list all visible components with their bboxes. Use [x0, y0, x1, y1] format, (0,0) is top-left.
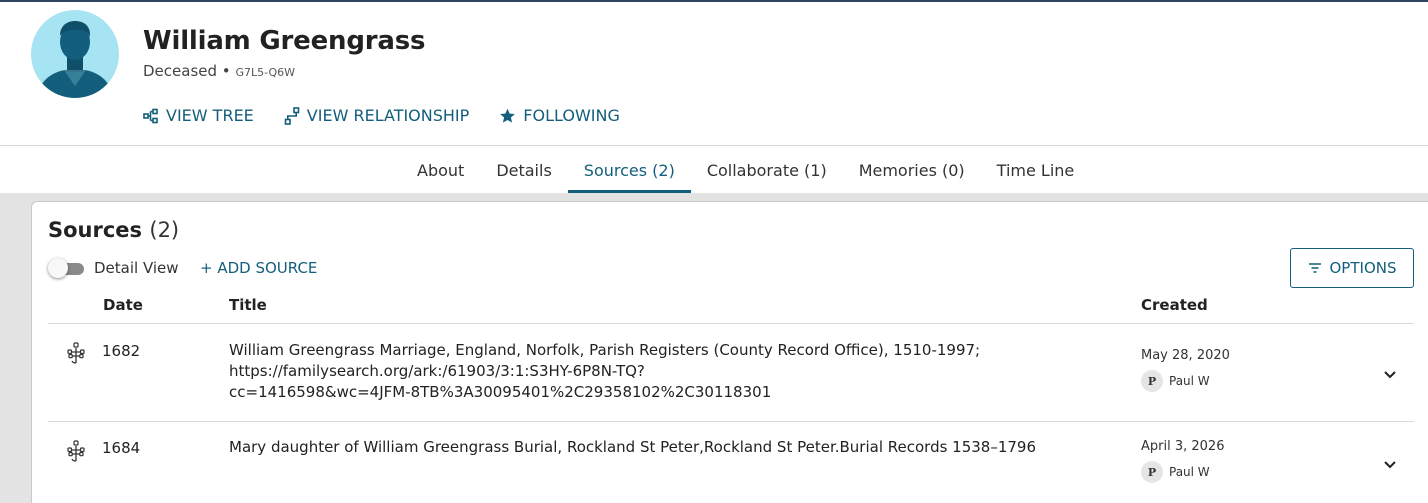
- person-silhouette-icon: [37, 21, 113, 98]
- user-initial-badge: P: [1141, 370, 1163, 392]
- avatar[interactable]: [31, 10, 119, 98]
- meta-separator: •: [221, 62, 231, 80]
- person-name: William Greengrass: [143, 26, 426, 56]
- person-id: G7L5-Q6W: [235, 66, 295, 79]
- person-actions: VIEW TREE VIEW RELATIONSHIP FOLLOWING: [143, 106, 620, 125]
- view-tree-label: VIEW TREE: [166, 106, 254, 125]
- following-label: FOLLOWING: [523, 106, 620, 125]
- view-tree-button[interactable]: VIEW TREE: [143, 106, 254, 125]
- add-source-button[interactable]: + ADD SOURCE: [200, 259, 317, 277]
- chevron-down-icon[interactable]: [1378, 452, 1402, 476]
- user-initial-badge: P: [1141, 461, 1163, 483]
- options-button[interactable]: OPTIONS: [1290, 248, 1414, 288]
- row-title-line: https://familysearch.org/ark:/61903/3:1:…: [229, 362, 645, 380]
- detail-view-toggle[interactable]: [48, 258, 84, 278]
- tree-view-icon: [143, 108, 158, 123]
- row-contributor[interactable]: P Paul W: [1141, 370, 1210, 392]
- user-name: Paul W: [1169, 465, 1210, 479]
- column-header-created: Created: [1141, 296, 1208, 314]
- tab-bar: About Details Sources (2) Collaborate (1…: [0, 147, 1428, 193]
- row-date: 1682: [102, 342, 141, 360]
- sources-card: Sources (2) Detail View + ADD SOURCE OPT…: [31, 201, 1428, 503]
- sources-heading: Sources (2): [48, 218, 179, 242]
- sources-count: (2): [149, 218, 180, 242]
- options-label: OPTIONS: [1329, 259, 1397, 277]
- chevron-down-icon[interactable]: [1378, 362, 1402, 386]
- row-created-date: April 3, 2026: [1141, 439, 1225, 454]
- star-icon: [500, 108, 516, 123]
- person-header: William Greengrass Deceased • G7L5-Q6W V…: [0, 2, 1428, 146]
- row-divider: [48, 421, 1414, 422]
- relationship-icon: [284, 106, 300, 125]
- tab-about[interactable]: About: [401, 147, 480, 193]
- column-header-date: Date: [103, 296, 143, 314]
- tab-details[interactable]: Details: [480, 147, 567, 193]
- header-divider: [48, 323, 1414, 324]
- tab-collaborate[interactable]: Collaborate (1): [691, 147, 843, 193]
- row-contributor[interactable]: P Paul W: [1141, 461, 1210, 483]
- row-title-line: William Greengrass Marriage, England, No…: [229, 341, 981, 359]
- row-title[interactable]: Mary daughter of William Greengrass Buri…: [229, 437, 1089, 458]
- detail-view-label: Detail View: [94, 259, 179, 277]
- family-tree-icon: [67, 440, 85, 462]
- view-relationship-button[interactable]: VIEW RELATIONSHIP: [284, 106, 470, 125]
- column-header-title: Title: [229, 296, 267, 314]
- person-meta: Deceased • G7L5-Q6W: [143, 62, 295, 80]
- row-title[interactable]: William Greengrass Marriage, England, No…: [229, 340, 1089, 403]
- tab-sources[interactable]: Sources (2): [567, 147, 691, 193]
- view-relationship-label: VIEW RELATIONSHIP: [306, 106, 470, 125]
- following-button[interactable]: FOLLOWING: [499, 106, 620, 125]
- sources-title: Sources: [48, 218, 143, 242]
- row-title-line: cc=1416598&wc=4JFM-8TB%3A30095401%2C2935…: [229, 383, 772, 401]
- tab-memories[interactable]: Memories (0): [843, 147, 981, 193]
- person-status: Deceased: [143, 62, 218, 80]
- tabs: About Details Sources (2) Collaborate (1…: [401, 147, 1090, 193]
- tab-time-line[interactable]: Time Line: [981, 147, 1091, 193]
- row-date: 1684: [102, 439, 141, 457]
- filter-icon: [1308, 263, 1321, 273]
- user-name: Paul W: [1169, 374, 1210, 388]
- row-title-line: Mary daughter of William Greengrass Buri…: [229, 438, 1037, 456]
- detail-view-control: Detail View: [48, 258, 179, 278]
- toggle-knob: [48, 258, 68, 278]
- row-created-date: May 28, 2020: [1141, 348, 1230, 363]
- family-tree-icon: [67, 342, 85, 364]
